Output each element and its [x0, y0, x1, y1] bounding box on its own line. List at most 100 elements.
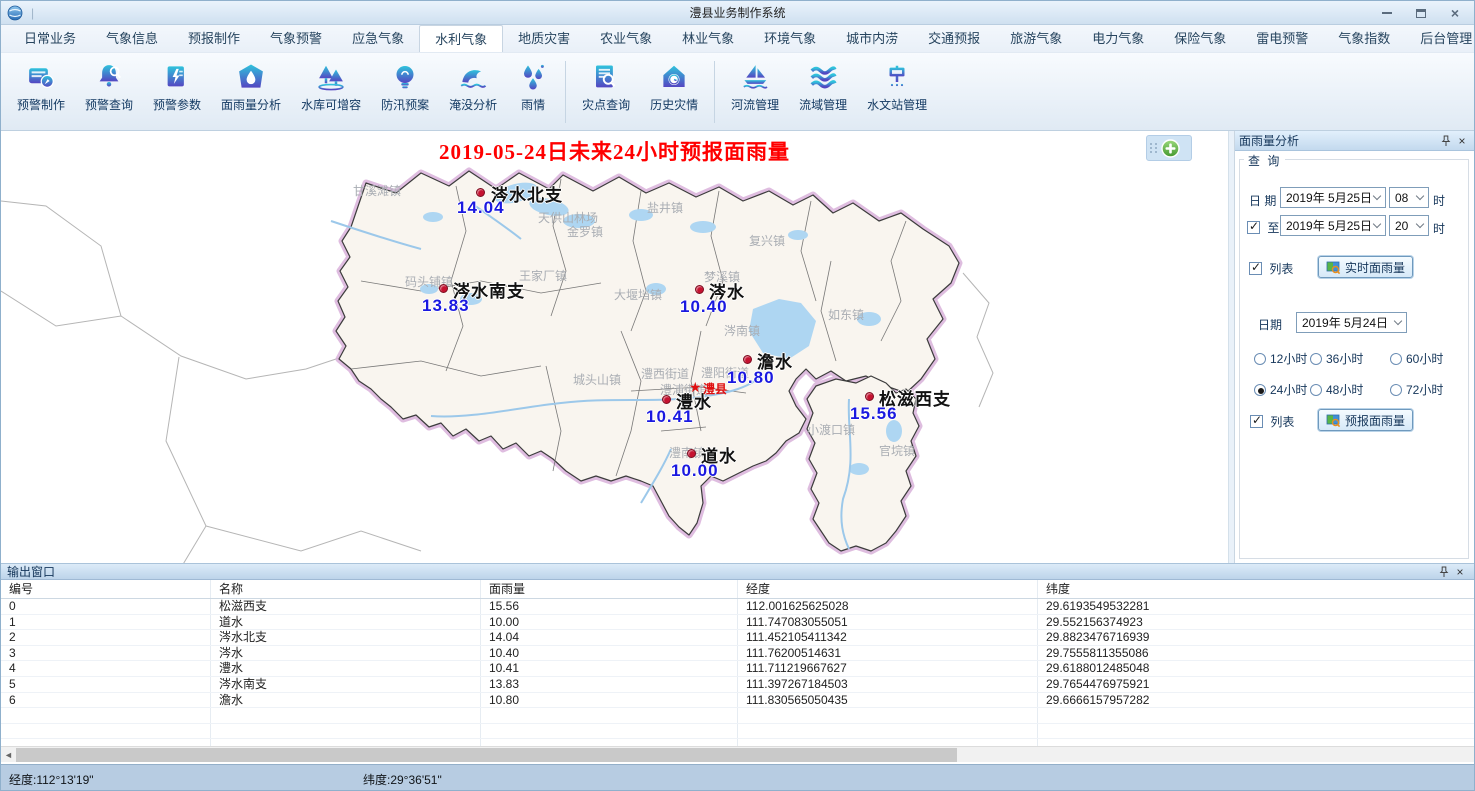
end-hour-unit: 时: [1433, 220, 1445, 237]
menu-tab-6[interactable]: 水利气象: [419, 25, 503, 52]
menu-tab-10[interactable]: 环境气象: [749, 25, 831, 52]
toolbar-button-alert-params[interactable]: 预警参数: [143, 59, 211, 115]
menu-tab-13[interactable]: 旅游气象: [995, 25, 1077, 52]
maximize-button[interactable]: [1406, 4, 1436, 22]
toolbar-button-alert-edit[interactable]: 预警制作: [7, 59, 75, 115]
pin-icon[interactable]: [1436, 564, 1452, 580]
basin-icon: [807, 61, 839, 93]
table-row[interactable]: 5涔水南支13.83111.39726718450329.76544769759…: [1, 677, 1474, 693]
menu-tab-16[interactable]: 雷电预警: [1241, 25, 1323, 52]
forecast-rain-button[interactable]: 预报面雨量: [1318, 409, 1413, 431]
table-row[interactable]: 4澧水10.41111.71121966762729.6188012485048: [1, 661, 1474, 677]
column-header[interactable]: 面雨量: [481, 580, 738, 598]
radio-icon[interactable]: [1310, 353, 1322, 365]
column-header[interactable]: 纬度: [1038, 580, 1474, 598]
end-date-row: 至: [1247, 219, 1279, 236]
radio-icon[interactable]: [1254, 353, 1266, 365]
realtime-rain-button[interactable]: 实时面雨量: [1318, 256, 1413, 278]
realtime-list-checkbox[interactable]: [1249, 262, 1262, 275]
radio-selected-icon[interactable]: [1254, 384, 1266, 396]
radio-60小时[interactable]: 60小时: [1390, 350, 1443, 367]
table-cell: 29.8823476716939: [1038, 630, 1474, 645]
horizontal-scrollbar[interactable]: ◄: [1, 746, 1474, 762]
pin-icon[interactable]: [1438, 133, 1454, 149]
toolbar-button-alert-search[interactable]: 预警查询: [75, 59, 143, 115]
toolbar-button-submerge[interactable]: 淹没分析: [439, 59, 507, 115]
menu-tab-17[interactable]: 气象指数: [1323, 25, 1405, 52]
station-marker-dot[interactable]: [476, 188, 485, 197]
radio-icon[interactable]: [1390, 353, 1402, 365]
column-header[interactable]: 经度: [738, 580, 1038, 598]
station-marker-dot[interactable]: [687, 449, 696, 458]
table-cell: 0: [1, 599, 211, 614]
station-marker-dot[interactable]: [865, 392, 874, 401]
output-close-icon[interactable]: ×: [1452, 564, 1468, 580]
menu-tab-12[interactable]: 交通预报: [913, 25, 995, 52]
toolbar-button-rain[interactable]: 雨情: [507, 59, 559, 115]
toolbar-button-area-rain[interactable]: 面雨量分析: [211, 59, 291, 115]
menu-tab-14[interactable]: 电力气象: [1077, 25, 1159, 52]
menu-tab-4[interactable]: 气象预警: [255, 25, 337, 52]
table-cell: 111.452105411342: [738, 630, 1038, 645]
station-marker-dot[interactable]: [439, 284, 448, 293]
menu-tab-1[interactable]: 日常业务: [9, 25, 91, 52]
forecast-list-checkbox[interactable]: [1250, 415, 1263, 428]
menu-tab-15[interactable]: 保险气象: [1159, 25, 1241, 52]
menu-tab-8[interactable]: 农业气象: [585, 25, 667, 52]
station-marker-dot[interactable]: [662, 395, 671, 404]
table-row[interactable]: 2涔水北支14.04111.45210541134229.88234767169…: [1, 630, 1474, 646]
menu-tab-3[interactable]: 预报制作: [173, 25, 255, 52]
to-checkbox[interactable]: [1247, 221, 1260, 234]
toolbar-button-basin[interactable]: 流域管理: [789, 59, 857, 115]
start-hour-select[interactable]: 08: [1389, 187, 1429, 208]
forecast-date-select[interactable]: 2019年 5月24日: [1296, 312, 1407, 333]
add-layer-button[interactable]: [1161, 139, 1180, 158]
menu-tab-5[interactable]: 应急气象: [337, 25, 419, 52]
table-row[interactable]: 0松滋西支15.56112.00162562502829.61935495322…: [1, 599, 1474, 615]
end-date-select[interactable]: 2019年 5月25日: [1280, 215, 1386, 236]
map-canvas[interactable]: 2019-05-24日未来24小时预报面雨量 甘溪滩镇天供山林场金罗镇盐井镇王家…: [1, 131, 1229, 563]
menu-tab-11[interactable]: 城市内涝: [831, 25, 913, 52]
radio-48小时[interactable]: 48小时: [1310, 381, 1363, 398]
scroll-left-arrow[interactable]: ◄: [1, 747, 16, 762]
table-cell: [1, 724, 211, 739]
column-header[interactable]: 编号: [1, 580, 211, 598]
start-date-select[interactable]: 2019年 5月25日: [1280, 187, 1386, 208]
station-marker-dot[interactable]: [695, 285, 704, 294]
toolbar-button-reservoir[interactable]: 水库可增容: [291, 59, 371, 115]
menu-tab-9[interactable]: 林业气象: [667, 25, 749, 52]
menu-tab-7[interactable]: 地质灾害: [503, 25, 585, 52]
widget-grip-handle[interactable]: [1150, 143, 1158, 153]
toolbar-button-label: 预警查询: [85, 96, 133, 113]
panel-close-icon[interactable]: ×: [1454, 133, 1470, 149]
table-cell: 6: [1, 693, 211, 708]
menu-tab-18[interactable]: 后台管理: [1405, 25, 1475, 52]
toolbar-button-hydro-station[interactable]: 水文站管理: [857, 59, 937, 115]
toolbar-button-disaster-search[interactable]: 灾点查询: [572, 59, 640, 115]
table-row[interactable]: 1道水10.00111.74708305505129.552156374923: [1, 615, 1474, 631]
table-row[interactable]: 6澹水10.80111.83056505043529.6666157957282: [1, 693, 1474, 709]
toolbar-button-flood-plan[interactable]: 防汛预案: [371, 59, 439, 115]
toolbar-button-river[interactable]: 河流管理: [721, 59, 789, 115]
toolbar-button-label: 水库可增容: [301, 96, 361, 113]
table-cell: 29.7555811355086: [1038, 646, 1474, 661]
close-button[interactable]: ×: [1440, 4, 1470, 22]
radio-12小时[interactable]: 12小时: [1254, 350, 1307, 367]
table-cell: 澧水: [211, 661, 481, 676]
radio-72小时[interactable]: 72小时: [1390, 381, 1443, 398]
radio-icon[interactable]: [1390, 384, 1402, 396]
radio-24小时[interactable]: 24小时: [1254, 381, 1307, 398]
column-header[interactable]: 名称: [211, 580, 481, 598]
output-table-body: 0松滋西支15.56112.00162562502829.61935495322…: [1, 599, 1474, 746]
station-marker-dot[interactable]: [743, 355, 752, 364]
minimize-button[interactable]: [1372, 4, 1402, 22]
menu-tab-2[interactable]: 气象信息: [91, 25, 173, 52]
radio-icon[interactable]: [1310, 384, 1322, 396]
status-latitude: 纬度:29°36'51": [363, 771, 442, 788]
end-hour-select[interactable]: 20: [1389, 215, 1429, 236]
radio-36小时[interactable]: 36小时: [1310, 350, 1363, 367]
toolbar-button-history[interactable]: 历史灾情: [640, 59, 708, 115]
table-row[interactable]: 3涔水10.40111.7620051463129.7555811355086: [1, 646, 1474, 662]
table-cell: [481, 739, 738, 746]
scrollbar-thumb[interactable]: [16, 748, 957, 762]
